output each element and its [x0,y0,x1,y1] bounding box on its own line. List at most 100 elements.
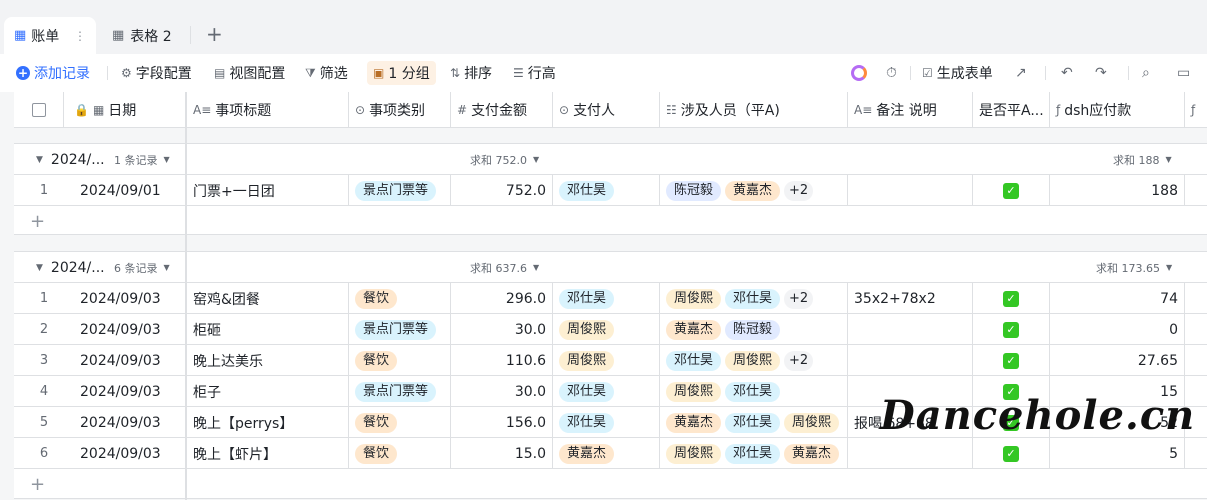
cell-people[interactable]: 黄嘉杰 邓仕昊 周俊熙 [660,407,848,438]
group-toggle[interactable]: ▼ 2024/... [36,252,105,283]
cell-amount[interactable]: 30.0 [451,376,553,407]
table-row[interactable]: 2 2024/09/03 柜砸 景点门票等 30.0 周俊熙 黄嘉杰 陈冠毅 ✓ 0 [14,314,1207,345]
cell-settled[interactable]: ✓ [973,283,1050,314]
generate-form-button[interactable]: ☑ 生成表单 [922,54,993,92]
cell-due[interactable]: 0 [1050,314,1185,345]
cell-title[interactable]: 晚上达美乐 [187,345,349,376]
cell-amount[interactable]: 30.0 [451,314,553,345]
table-row[interactable]: 3 2024/09/03 晚上达美乐 餐饮 110.6 周俊熙 邓仕昊 周俊熙 +2 ✓ 27.65 [14,345,1207,376]
check-icon[interactable]: ✓ [1003,352,1019,369]
cell-category[interactable]: 餐饮 [349,345,451,376]
cell-amount[interactable]: 110.6 [451,345,553,376]
cell-title[interactable]: 柜砸 [187,314,349,345]
cell-settled[interactable]: ✓ [973,438,1050,469]
column-header-date[interactable]: 🔒 ▦ 日期 [64,92,186,128]
group-button[interactable]: ▣ 1 分组 [367,61,436,85]
cell-date[interactable]: 2024/09/03 [74,345,186,376]
cell-category[interactable]: 景点门票等 [349,376,451,407]
cell-note[interactable] [848,314,973,345]
filter-button[interactable]: ⧩ 筛选 [305,54,348,92]
field-config-button[interactable]: ⚙ 字段配置 [121,54,192,92]
table-row[interactable]: 1 2024/09/01 门票+一日团 景点门票等 752.0 邓仕昊 陈冠毅 … [14,175,1207,206]
cell-payer[interactable]: 邓仕昊 [553,175,660,206]
column-header-people[interactable]: ☷ 涉及人员（平A) [660,92,848,128]
cell-due[interactable]: 5 [1050,438,1185,469]
column-header-extra[interactable]: ƒ [1185,92,1207,128]
column-header-title[interactable]: A≡ 事项标题 [187,92,349,128]
more-icon[interactable]: ⋮ [74,29,86,43]
share-icon[interactable]: ↗ [1015,54,1027,92]
cell-note[interactable] [848,345,973,376]
cell-date[interactable]: 2024/09/03 [74,283,186,314]
cell-payer[interactable]: 邓仕昊 [553,407,660,438]
check-icon[interactable]: ✓ [1003,182,1019,199]
cell-date[interactable]: 2024/09/03 [74,314,186,345]
cell-category[interactable]: 餐饮 [349,283,451,314]
row-height-button[interactable]: ☰ 行高 [513,54,556,92]
select-all-checkbox[interactable] [14,92,64,128]
column-header-payer[interactable]: ⊙ 支付人 [553,92,660,128]
add-row-icon[interactable]: + [14,206,186,237]
cell-category[interactable]: 餐饮 [349,407,451,438]
add-row-icon[interactable]: + [14,469,186,500]
cell-note[interactable] [848,438,973,469]
checkbox[interactable] [31,103,46,117]
group-sum-due[interactable]: 求和 188 ▼ [1113,144,1172,175]
cell-payer[interactable]: 邓仕昊 [553,376,660,407]
cell-category[interactable]: 景点门票等 [349,314,451,345]
cell-people[interactable]: 邓仕昊 周俊熙 +2 [660,345,848,376]
cell-payer[interactable]: 黄嘉杰 [553,438,660,469]
view-config-button[interactable]: ▤ 视图配置 [214,54,285,92]
cell-date[interactable]: 2024/09/03 [74,407,186,438]
cell-date[interactable]: 2024/09/01 [74,175,186,206]
cell-title[interactable]: 晚上【perrys】 [187,407,349,438]
cell-title[interactable]: 柜子 [187,376,349,407]
column-header-category[interactable]: ⊙ 事项类别 [349,92,451,128]
table-row[interactable]: 1 2024/09/03 窑鸡&团餐 餐饮 296.0 邓仕昊 周俊熙 邓仕昊 +2 35x2+7… [14,283,1207,314]
cell-due[interactable]: 74 [1050,283,1185,314]
column-header-note[interactable]: A≡ 备注 说明 [848,92,973,128]
cell-title[interactable]: 门票+一日团 [187,175,349,206]
cell-payer[interactable]: 邓仕昊 [553,283,660,314]
cell-amount[interactable]: 15.0 [451,438,553,469]
tab-table-2[interactable]: ▦ 表格 2 [112,17,172,54]
sort-button[interactable]: ⇅ 排序 [450,54,492,92]
group-count[interactable]: 6 条记录 ▼ [114,252,170,283]
cell-people[interactable]: 周俊熙 邓仕昊 [660,376,848,407]
cell-title[interactable]: 窑鸡&团餐 [187,283,349,314]
automation-icon[interactable]: ⏱ [886,54,897,92]
column-header-amount[interactable]: # 支付金额 [451,92,553,128]
tab-bill[interactable]: ▦ 账单 ⋮ [4,17,96,54]
cell-settled[interactable]: ✓ [973,314,1050,345]
group-sum-due[interactable]: 求和 173.65 ▼ [1096,252,1172,283]
cell-settled[interactable]: ✓ [973,345,1050,376]
cell-due[interactable]: 188 [1050,175,1185,206]
cell-people[interactable]: 黄嘉杰 陈冠毅 [660,314,848,345]
cell-date[interactable]: 2024/09/03 [74,438,186,469]
group-count[interactable]: 1 条记录 ▼ [114,144,170,175]
check-icon[interactable]: ✓ [1003,445,1019,462]
add-record-button[interactable]: + 添加记录 [16,54,90,92]
table-row[interactable]: 6 2024/09/03 晚上【虾片】 餐饮 15.0 黄嘉杰 周俊熙 邓仕昊 黄嘉杰 ✓ 5 [14,438,1207,469]
group-sum-amount[interactable]: 求和 752.0 ▼ [470,144,539,175]
group-toggle[interactable]: ▼ 2024/... [36,144,105,175]
cell-title[interactable]: 晚上【虾片】 [187,438,349,469]
cell-people[interactable]: 周俊熙 邓仕昊 黄嘉杰 [660,438,848,469]
cell-payer[interactable]: 周俊熙 [553,345,660,376]
add-tab-icon[interactable]: + [206,22,223,46]
cell-category[interactable]: 景点门票等 [349,175,451,206]
cell-date[interactable]: 2024/09/03 [74,376,186,407]
cell-people[interactable]: 周俊熙 邓仕昊 +2 [660,283,848,314]
cell-note[interactable] [848,175,973,206]
column-header-settled[interactable]: 是否平A... [973,92,1050,128]
cell-payer[interactable]: 周俊熙 [553,314,660,345]
cell-due[interactable]: 27.65 [1050,345,1185,376]
cell-category[interactable]: 餐饮 [349,438,451,469]
group-sum-amount[interactable]: 求和 637.6 ▼ [470,252,539,283]
cell-amount[interactable]: 752.0 [451,175,553,206]
cell-amount[interactable]: 296.0 [451,283,553,314]
ai-icon[interactable] [851,54,867,92]
comment-icon[interactable]: ▭ [1177,54,1190,92]
redo-icon[interactable]: ↷ [1095,54,1107,92]
cell-note[interactable]: 35x2+78x2 [848,283,973,314]
